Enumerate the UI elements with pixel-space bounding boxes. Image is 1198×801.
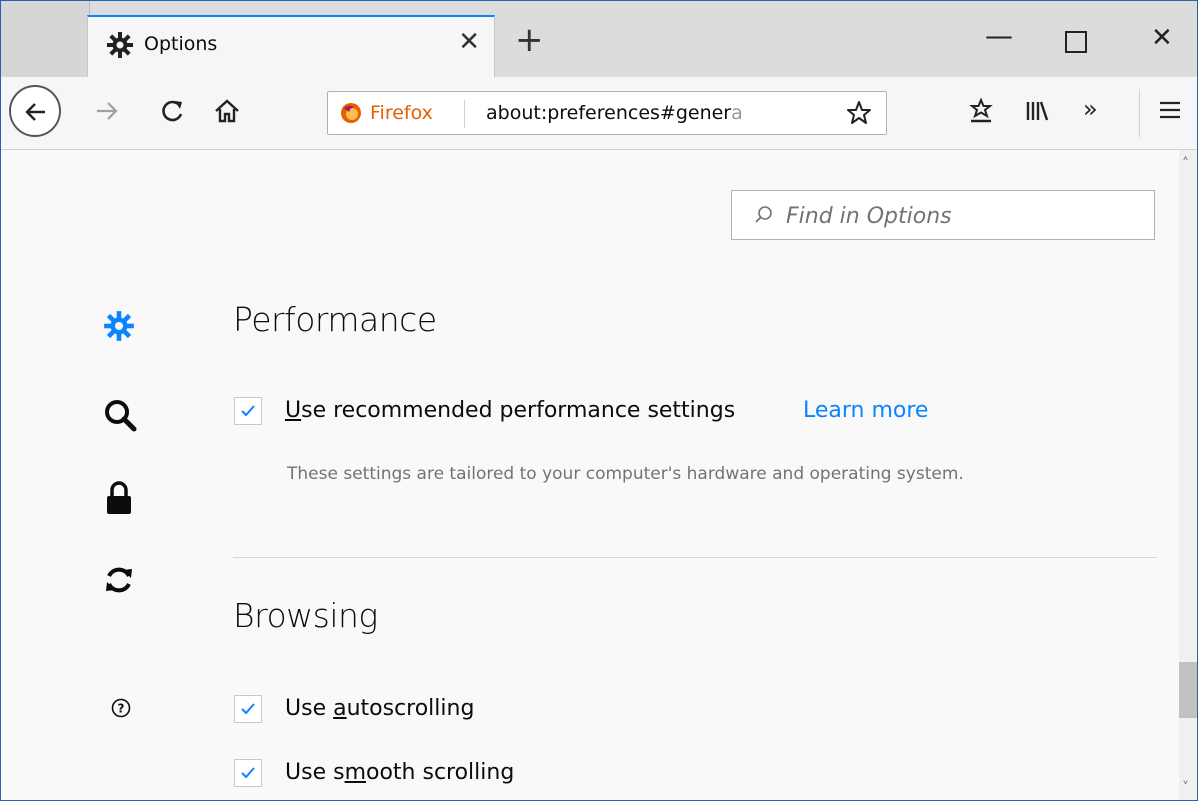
library-icon — [1026, 101, 1049, 121]
home-button[interactable] — [213, 97, 241, 129]
smooth-scrolling-label[interactable]: Use smooth scrolling — [285, 760, 514, 785]
sidebar-item-search[interactable] — [103, 398, 137, 436]
maximize-button[interactable] — [1065, 31, 1087, 53]
hamburger-menu-button[interactable] — [1157, 97, 1183, 127]
vertical-scrollbar[interactable]: ˄ ˅ — [1179, 150, 1197, 800]
recommended-performance-label[interactable]: Use recommended performance settings — [285, 398, 735, 423]
reload-button[interactable] — [159, 97, 187, 129]
section-title-performance: Performance — [233, 300, 437, 339]
url-bar[interactable]: Firefox about:preferences#genera — [327, 91, 887, 135]
recommended-performance-checkbox[interactable] — [234, 397, 262, 425]
sidebar-item-sync[interactable] — [103, 564, 135, 600]
browser-window: Options ✕ + — ✕ Firefox about:preference… — [0, 0, 1198, 801]
smooth-scrolling-checkbox[interactable] — [234, 759, 262, 787]
scroll-up-arrow-icon[interactable]: ˄ — [1182, 156, 1189, 172]
library-button[interactable] — [1023, 97, 1051, 129]
bookmarks-menu-button[interactable] — [967, 97, 995, 129]
checkmark-icon — [241, 703, 255, 715]
svg-text:?: ? — [118, 702, 125, 716]
close-window-button[interactable]: ✕ — [1151, 23, 1173, 53]
sidebar-item-support[interactable]: ? — [111, 698, 131, 722]
url-text[interactable]: about:preferences#genera — [486, 102, 776, 124]
tab-options[interactable]: Options ✕ — [87, 15, 495, 77]
tab-strip-spacer — [1, 1, 90, 77]
find-in-options-box[interactable] — [731, 190, 1155, 240]
help-icon: ? — [111, 698, 131, 718]
gear-icon — [104, 311, 134, 341]
overflow-menu-button[interactable]: » — [1083, 95, 1098, 123]
back-button[interactable] — [9, 85, 61, 137]
star-shelf-icon — [969, 97, 993, 123]
tab-strip: Options ✕ + — ✕ — [1, 1, 1197, 77]
search-icon — [105, 400, 137, 432]
back-arrow-icon — [25, 103, 45, 121]
menu-icon — [1160, 101, 1180, 119]
checkmark-icon — [241, 767, 255, 779]
home-icon — [215, 99, 239, 123]
forward-button[interactable] — [93, 97, 121, 129]
sidebar-item-privacy[interactable] — [105, 480, 133, 520]
reload-icon — [162, 100, 183, 122]
gear-icon — [106, 31, 134, 59]
navigation-toolbar: Firefox about:preferences#genera » — [1, 77, 1197, 150]
lock-icon — [107, 481, 131, 514]
scroll-down-arrow-icon[interactable]: ˅ — [1182, 780, 1189, 796]
learn-more-link[interactable]: Learn more — [803, 398, 928, 423]
autoscroll-checkbox[interactable] — [234, 695, 262, 723]
autoscroll-label[interactable]: Use autoscrolling — [285, 696, 474, 721]
forward-arrow-icon — [97, 102, 118, 120]
url-separator — [464, 100, 465, 128]
toolbar-divider — [1139, 89, 1140, 137]
site-identity-label[interactable]: Firefox — [370, 102, 433, 124]
checkmark-icon — [241, 405, 255, 417]
close-tab-icon[interactable]: ✕ — [458, 27, 480, 57]
section-divider — [233, 557, 1157, 558]
tab-title: Options — [144, 33, 218, 55]
sidebar-item-general[interactable] — [103, 310, 135, 346]
sync-icon — [106, 567, 132, 593]
minimize-button[interactable]: — — [985, 19, 1013, 52]
search-input[interactable] — [784, 201, 1138, 231]
search-icon — [754, 205, 774, 229]
performance-description: These settings are tailored to your comp… — [287, 464, 964, 484]
bookmark-star-icon[interactable] — [846, 100, 872, 130]
firefox-icon — [340, 102, 362, 124]
new-tab-button[interactable]: + — [515, 23, 544, 57]
section-title-browsing: Browsing — [233, 596, 378, 635]
scrollbar-thumb[interactable] — [1179, 662, 1197, 718]
preferences-content: ? Performance Use recommended performanc… — [1, 150, 1179, 800]
